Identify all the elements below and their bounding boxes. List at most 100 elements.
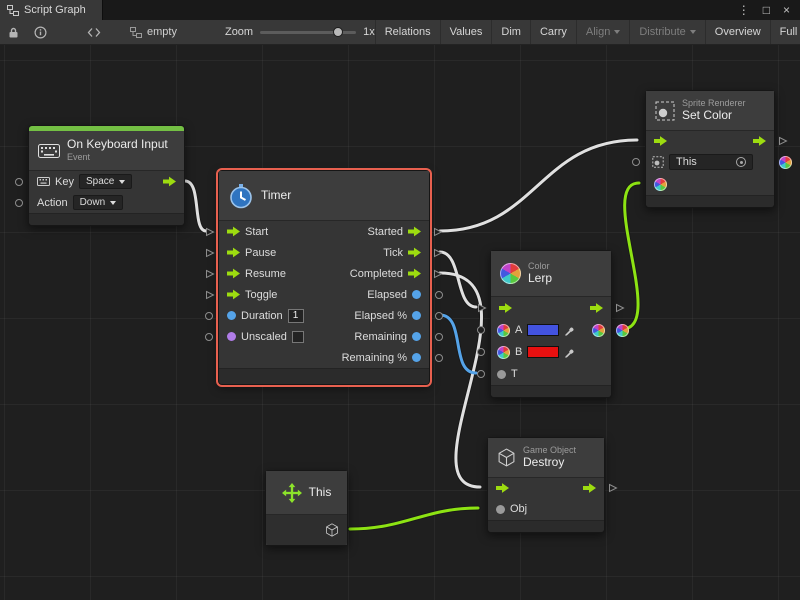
elapsed-pct-out-port[interactable] bbox=[435, 312, 443, 320]
node-on-keyboard-input[interactable]: On Keyboard Input Event Key Space bbox=[28, 125, 185, 226]
node-color-lerp[interactable]: Color Lerp A bbox=[490, 250, 612, 398]
flow-in-arrow bbox=[227, 226, 240, 237]
color-in-port[interactable] bbox=[654, 178, 667, 191]
node-title: On Keyboard Input bbox=[67, 138, 168, 152]
node-title: Destroy bbox=[523, 456, 576, 470]
lerp-color-out-icon bbox=[592, 324, 605, 337]
relations-button[interactable]: Relations bbox=[375, 20, 440, 44]
action-value-port[interactable] bbox=[15, 199, 23, 207]
pause-flow-in-port[interactable] bbox=[205, 248, 215, 258]
wire-started-to-setcolor bbox=[440, 140, 637, 231]
duration-in-port[interactable] bbox=[205, 312, 213, 320]
keyboard-mini-icon bbox=[37, 177, 50, 186]
graph-reference[interactable]: empty bbox=[130, 26, 177, 38]
key-dropdown[interactable]: Space bbox=[79, 174, 132, 189]
zoom-label: Zoom bbox=[225, 26, 253, 38]
a-in-port[interactable] bbox=[477, 326, 485, 334]
key-row: Key Space bbox=[29, 171, 184, 192]
color-type-icon bbox=[497, 324, 510, 337]
key-label: Key bbox=[55, 176, 74, 188]
values-button[interactable]: Values bbox=[440, 20, 492, 44]
overview-button[interactable]: Overview bbox=[705, 20, 770, 44]
tab-bar: Script Graph ⋮ □ × bbox=[0, 0, 800, 20]
color-wheel-icon bbox=[500, 263, 521, 284]
lerp-color-out-port[interactable] bbox=[616, 324, 629, 337]
started-flow-out-port[interactable] bbox=[433, 227, 443, 237]
info-icon[interactable] bbox=[27, 20, 54, 44]
tab-script-graph[interactable]: Script Graph bbox=[0, 0, 103, 20]
elapsed-value-dot bbox=[412, 290, 421, 299]
node-category: Event bbox=[67, 152, 168, 163]
tick-flow-out-port[interactable] bbox=[433, 248, 443, 258]
b-in-port[interactable] bbox=[477, 348, 485, 356]
node-footer bbox=[491, 385, 611, 397]
game-object-out-port[interactable] bbox=[325, 523, 339, 537]
resume-flow-in-port[interactable] bbox=[205, 269, 215, 279]
eyedropper-icon[interactable] bbox=[564, 325, 575, 336]
node-timer[interactable]: Timer Start Started Pause bbox=[218, 170, 430, 385]
carry-button[interactable]: Carry bbox=[530, 20, 576, 44]
node-title: Timer bbox=[261, 189, 291, 203]
node-set-color[interactable]: Sprite Renderer Set Color bbox=[645, 90, 775, 208]
target-in-port[interactable] bbox=[632, 158, 640, 166]
toggle-flow-in-port[interactable] bbox=[205, 290, 215, 300]
chevron-down-icon bbox=[690, 30, 696, 34]
remaining-pct-out-port[interactable] bbox=[435, 354, 443, 362]
action-row: Action Down bbox=[29, 192, 184, 213]
node-footer bbox=[219, 368, 429, 384]
t-value-dot bbox=[497, 370, 506, 379]
dim-button[interactable]: Dim bbox=[491, 20, 530, 44]
a-label: A bbox=[515, 324, 522, 336]
action-dropdown[interactable]: Down bbox=[73, 195, 124, 210]
graph-canvas[interactable]: On Keyboard Input Event Key Space bbox=[0, 45, 800, 600]
target-field[interactable]: This bbox=[669, 154, 753, 170]
node-destroy[interactable]: Game Object Destroy Obj bbox=[487, 437, 605, 533]
key-value-port[interactable] bbox=[15, 178, 23, 186]
start-flow-in-port[interactable] bbox=[205, 227, 215, 237]
node-title: This bbox=[309, 486, 332, 500]
color-b-swatch[interactable] bbox=[527, 346, 559, 358]
window-menu-icon[interactable]: ⋮ bbox=[738, 4, 750, 16]
wire-completed-to-destroy bbox=[440, 273, 482, 487]
flow-out-arrow bbox=[408, 226, 421, 237]
collapse-sidebars-icon[interactable] bbox=[80, 20, 108, 44]
color-a-swatch[interactable] bbox=[527, 324, 559, 336]
unscaled-value-dot bbox=[227, 332, 236, 341]
setcolor-flow-out-port[interactable] bbox=[778, 136, 788, 146]
destroy-flow-out-port[interactable] bbox=[608, 483, 618, 493]
unscaled-checkbox[interactable] bbox=[292, 331, 304, 343]
zoom-slider[interactable] bbox=[260, 31, 356, 34]
duration-value-field[interactable]: 1 bbox=[288, 309, 304, 323]
object-picker-icon[interactable] bbox=[736, 157, 746, 167]
zoom-value: 1x bbox=[363, 26, 375, 38]
node-title: Set Color bbox=[682, 109, 746, 123]
flow-in-arrow bbox=[499, 303, 512, 314]
obj-label: Obj bbox=[510, 503, 527, 515]
full-screen-button[interactable]: Full Screen bbox=[770, 20, 800, 44]
lerp-flow-in-port[interactable] bbox=[477, 303, 487, 313]
flow-out-arrow bbox=[590, 303, 603, 314]
zoom-slider-handle[interactable] bbox=[333, 27, 343, 37]
move-arrows-icon bbox=[282, 483, 302, 503]
eyedropper-icon[interactable] bbox=[564, 347, 575, 358]
node-footer bbox=[646, 195, 774, 207]
window-maximize-icon[interactable]: □ bbox=[763, 4, 770, 16]
timer-icon bbox=[228, 183, 254, 209]
lock-icon[interactable] bbox=[0, 20, 27, 44]
keyboard-icon bbox=[38, 144, 60, 158]
renderer-out-port[interactable] bbox=[779, 156, 792, 169]
action-label: Action bbox=[37, 197, 68, 209]
remaining-out-port[interactable] bbox=[435, 333, 443, 341]
elapsed-out-port[interactable] bbox=[435, 291, 443, 299]
graph-name-label: empty bbox=[147, 26, 177, 38]
align-button[interactable]: Align bbox=[576, 20, 629, 44]
trigger-flow-out-port[interactable] bbox=[163, 176, 176, 187]
completed-flow-out-port[interactable] bbox=[433, 269, 443, 279]
distribute-button[interactable]: Distribute bbox=[629, 20, 704, 44]
unscaled-in-port[interactable] bbox=[205, 333, 213, 341]
lerp-flow-out-port[interactable] bbox=[615, 303, 625, 313]
t-in-port[interactable] bbox=[477, 370, 485, 378]
window-close-icon[interactable]: × bbox=[783, 4, 790, 16]
node-this[interactable]: This bbox=[265, 470, 348, 546]
flow-out-arrow bbox=[583, 483, 596, 494]
